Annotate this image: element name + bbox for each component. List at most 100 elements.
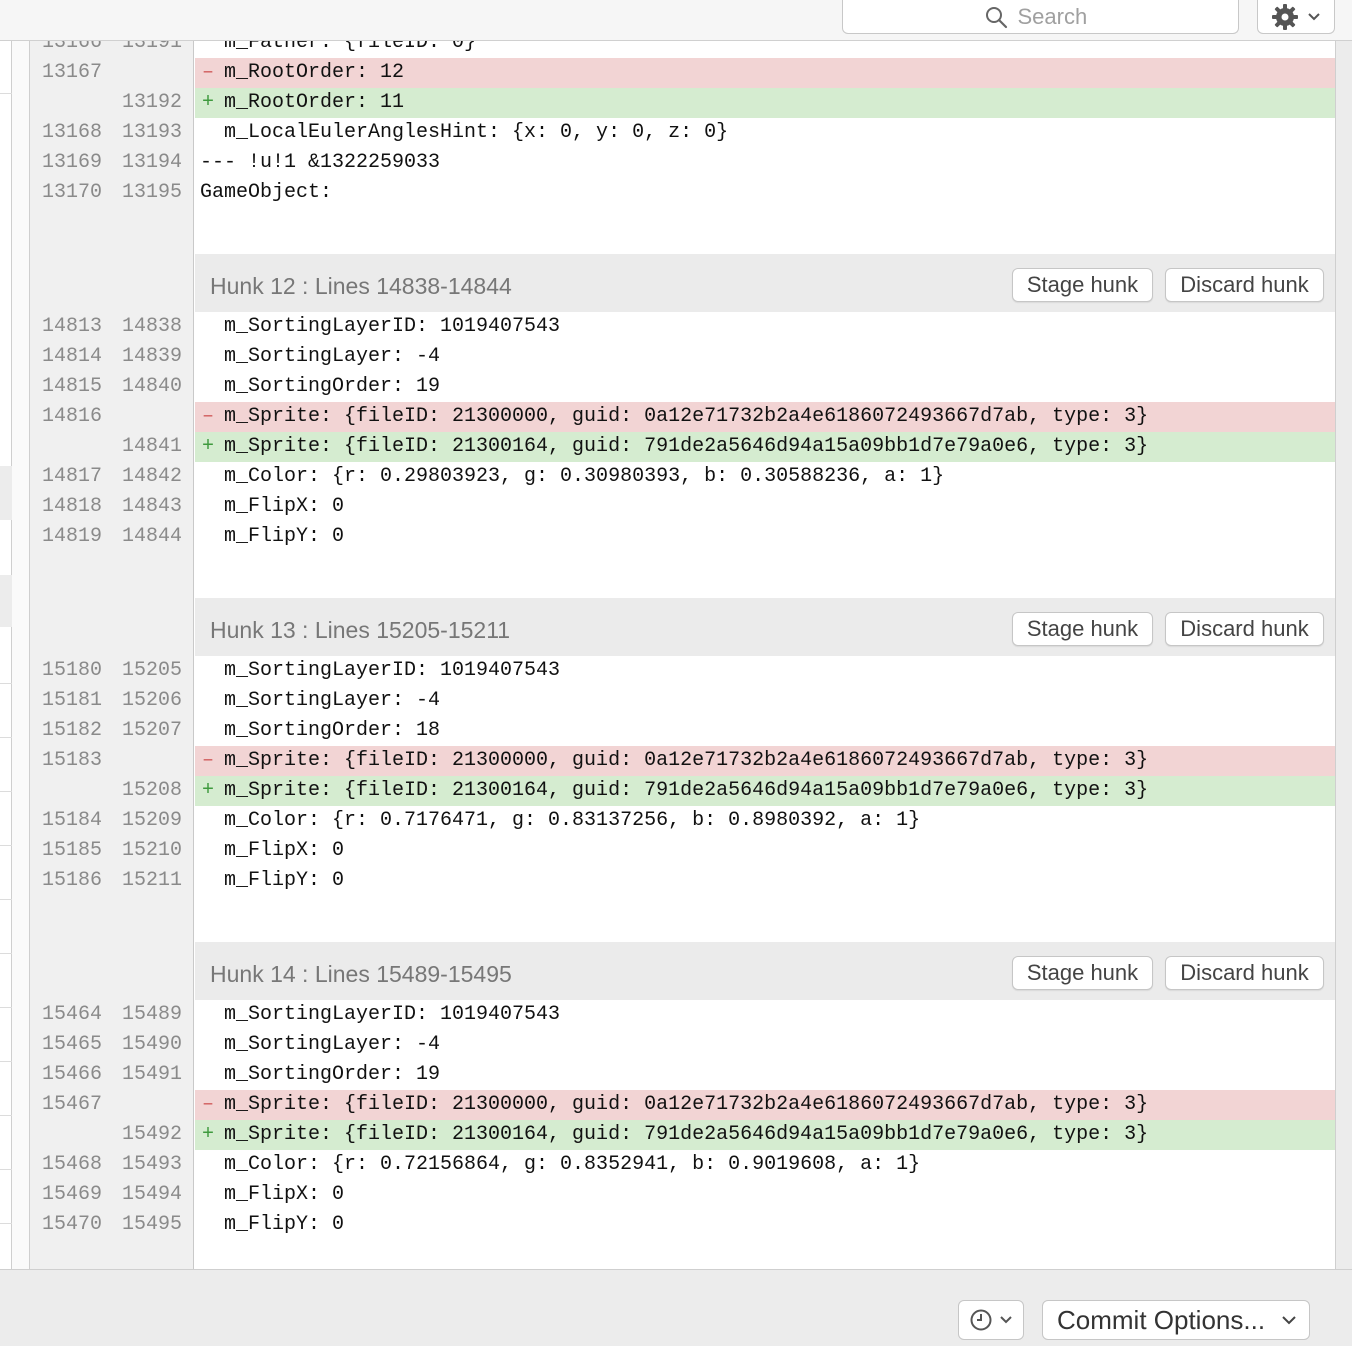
old-line-number bbox=[42, 432, 102, 462]
old-line-number: 14815 bbox=[42, 375, 103, 398]
old-line-number: 15186 bbox=[42, 869, 103, 892]
selected-list-row bbox=[0, 575, 12, 627]
list-separator bbox=[0, 899, 12, 900]
chevron-down-icon bbox=[1282, 1316, 1296, 1325]
list-separator bbox=[0, 1061, 12, 1062]
list-separator bbox=[0, 1223, 12, 1224]
code-text: m_RootOrder: 12 bbox=[195, 58, 1335, 88]
diff-view: 13166 13191 m_Father: {fileID: 0} 13167 – m_R… bbox=[30, 41, 1336, 1269]
new-line-number: 14839 bbox=[122, 345, 183, 368]
code-text: m_LocalEulerAnglesHint: {x: 0, y: 0, z: … bbox=[224, 121, 729, 144]
diff-rows: 13166 13191 m_Father: {fileID: 0} 13167 – m_R… bbox=[30, 41, 1335, 1269]
old-line-number: 15467 bbox=[42, 1093, 103, 1116]
list-separator bbox=[0, 1169, 12, 1170]
discard-hunk-button[interactable]: Discard hunk bbox=[1165, 612, 1324, 646]
discard-hunk-button[interactable]: Discard hunk bbox=[1165, 268, 1324, 302]
code-text: m_FlipY: 0 bbox=[224, 869, 345, 892]
context-line: 15184 15209 m_Color: {r: 0.7176471, g: 0.8… bbox=[30, 806, 1335, 836]
hunk-title: Hunk 14 : Lines 15489-15495 bbox=[210, 961, 512, 987]
added-line: 14841 + m_Sprite: {fileID: 21300164, guid:… bbox=[30, 432, 1335, 462]
context-line: 13168 13193 m_LocalEulerAnglesHint: {x: 0,… bbox=[30, 118, 1335, 148]
new-line-number: 14840 bbox=[122, 375, 183, 398]
list-separator bbox=[0, 1007, 12, 1008]
context-line: 15470 15495 m_FlipY: 0 bbox=[30, 1210, 1335, 1240]
old-line-number: 13166 bbox=[42, 41, 103, 54]
code-text: m_Color: {r: 0.7176471, g: 0.83137256, b… bbox=[224, 809, 921, 832]
list-separator bbox=[0, 1115, 12, 1116]
old-line-number: 13170 bbox=[42, 181, 103, 204]
context-line: 15466 15491 m_SortingOrder: 19 bbox=[30, 1060, 1335, 1090]
context-line: 15186 15211 m_FlipY: 0 bbox=[30, 866, 1335, 896]
panel-divider bbox=[12, 41, 30, 1269]
plus-icon: + bbox=[202, 779, 215, 802]
old-line-number: 15468 bbox=[42, 1153, 103, 1176]
code-text: m_Sprite: {fileID: 21300164, guid: 791de… bbox=[195, 1120, 1335, 1150]
commit-options-label: Commit Options... bbox=[1057, 1304, 1266, 1335]
new-line-number: 15206 bbox=[122, 689, 183, 712]
code-text: m_Color: {r: 0.72156864, g: 0.8352941, b… bbox=[224, 1153, 921, 1176]
context-line: 14813 14838 m_SortingLayerID: 1019407543 bbox=[30, 312, 1335, 342]
stage-hunk-button[interactable]: Stage hunk bbox=[1012, 612, 1153, 646]
file-list-panel-edge bbox=[0, 41, 12, 1269]
history-button[interactable] bbox=[958, 1300, 1024, 1340]
old-line-number bbox=[42, 1120, 102, 1150]
old-line-number: 14817 bbox=[42, 465, 103, 488]
deleted-line: 15467 – m_Sprite: {fileID: 21300000, guid:… bbox=[30, 1090, 1335, 1120]
new-line-number bbox=[122, 1090, 182, 1120]
list-row-highlight bbox=[0, 466, 12, 520]
code-text: m_SortingLayerID: 1019407543 bbox=[224, 659, 561, 682]
list-separator bbox=[0, 791, 12, 792]
context-line: 13170 13195 GameObject: bbox=[30, 178, 1335, 208]
list-separator bbox=[0, 683, 12, 684]
code-text: m_Sprite: {fileID: 21300000, guid: 0a12e… bbox=[195, 1090, 1335, 1120]
hunk-spacer bbox=[30, 1240, 1335, 1269]
old-line-number: 14819 bbox=[42, 525, 103, 548]
old-line-number: 15470 bbox=[42, 1213, 103, 1236]
settings-button[interactable] bbox=[1257, 0, 1335, 34]
plus-icon: + bbox=[202, 435, 215, 458]
old-line-number: 15183 bbox=[42, 749, 103, 772]
minus-icon: – bbox=[202, 1093, 215, 1116]
code-text: m_SortingLayer: -4 bbox=[224, 1033, 441, 1056]
new-line-number bbox=[122, 746, 182, 776]
new-line-number: 15493 bbox=[122, 1153, 183, 1176]
code-text: m_SortingOrder: 19 bbox=[224, 1063, 441, 1086]
context-line: 15182 15207 m_SortingOrder: 18 bbox=[30, 716, 1335, 746]
code-text: m_SortingLayer: -4 bbox=[224, 689, 441, 712]
new-line-number: 13193 bbox=[122, 121, 183, 144]
code-text: m_SortingLayerID: 1019407543 bbox=[224, 1003, 561, 1026]
stage-hunk-button[interactable]: Stage hunk bbox=[1012, 268, 1153, 302]
old-line-number: 13167 bbox=[42, 61, 103, 84]
new-line-number: 14843 bbox=[122, 495, 183, 518]
context-line: 15185 15210 m_FlipX: 0 bbox=[30, 836, 1335, 866]
old-line-number bbox=[42, 776, 102, 806]
code-text: m_Father: {fileID: 0} bbox=[224, 41, 477, 54]
context-line: 14817 14842 m_Color: {r: 0.29803923, g: 0.… bbox=[30, 462, 1335, 492]
new-line-number: 14838 bbox=[122, 315, 183, 338]
gear-icon bbox=[1272, 3, 1298, 30]
new-line-number: 13191 bbox=[122, 41, 183, 54]
old-line-number: 15185 bbox=[42, 839, 103, 862]
plus-icon: + bbox=[202, 1123, 215, 1146]
old-line-number: 15469 bbox=[42, 1183, 103, 1206]
old-line-number: 14818 bbox=[42, 495, 103, 518]
old-line-number: 13169 bbox=[42, 151, 103, 174]
code-text: m_SortingOrder: 19 bbox=[224, 375, 441, 398]
new-line-number: 15495 bbox=[122, 1213, 183, 1236]
list-separator bbox=[0, 737, 12, 738]
context-line: 15469 15494 m_FlipX: 0 bbox=[30, 1180, 1335, 1210]
chevron-down-icon bbox=[1000, 1316, 1012, 1324]
plus-icon: + bbox=[202, 91, 215, 114]
added-line: 15208 + m_Sprite: {fileID: 21300164, guid:… bbox=[30, 776, 1335, 806]
context-line: 14815 14840 m_SortingOrder: 19 bbox=[30, 372, 1335, 402]
new-line-number: 15210 bbox=[122, 839, 183, 862]
code-text: m_Color: {r: 0.29803923, g: 0.30980393, … bbox=[224, 465, 945, 488]
stage-hunk-button[interactable]: Stage hunk bbox=[1012, 956, 1153, 990]
search-field[interactable] bbox=[842, 0, 1239, 34]
commit-options-button[interactable]: Commit Options... bbox=[1042, 1300, 1310, 1340]
discard-hunk-button[interactable]: Discard hunk bbox=[1165, 956, 1324, 990]
minus-icon: – bbox=[202, 405, 215, 428]
new-line-number bbox=[122, 58, 182, 88]
search-input[interactable] bbox=[1017, 3, 1098, 30]
deleted-line: 15183 – m_Sprite: {fileID: 21300000, guid:… bbox=[30, 746, 1335, 776]
